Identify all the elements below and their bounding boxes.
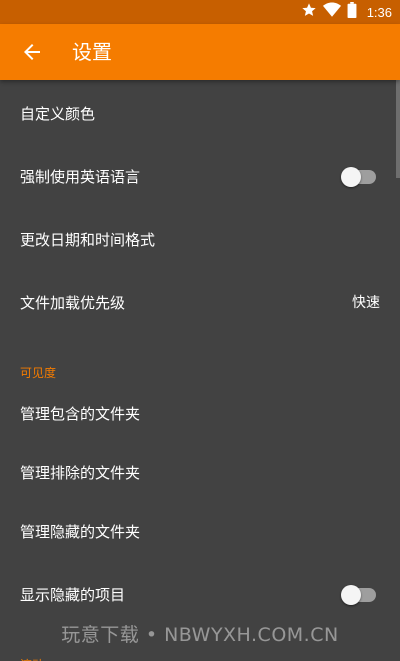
setting-manage-hidden-folders[interactable]: 管理隐藏的文件夹 — [0, 501, 400, 563]
setting-custom-colors[interactable]: 自定义颜色 — [0, 83, 400, 145]
setting-label: 管理包含的文件夹 — [20, 405, 141, 423]
setting-label: 显示隐藏的项目 — [20, 586, 126, 604]
status-time: 1:36 — [366, 4, 392, 20]
setting-date-time-format[interactable]: 更改日期和时间格式 — [0, 209, 400, 271]
setting-label: 强制使用英语语言 — [20, 168, 141, 186]
section-header-visibility: 可见度 — [20, 366, 57, 380]
setting-label: 管理排除的文件夹 — [20, 464, 141, 482]
switch-thumb — [341, 585, 361, 605]
settings-list: 自定义颜色 强制使用英语语言 更改日期和时间格式 文件加载优先级 快速 可见度 … — [0, 80, 400, 661]
setting-value: 快速 — [352, 295, 380, 311]
setting-label: 更改日期和时间格式 — [20, 231, 156, 249]
wifi-icon — [322, 2, 341, 22]
setting-manage-included-folders[interactable]: 管理包含的文件夹 — [0, 383, 400, 445]
setting-force-english[interactable]: 强制使用英语语言 — [0, 146, 400, 208]
setting-label: 文件加载优先级 — [20, 294, 126, 312]
scrollbar[interactable] — [396, 80, 400, 178]
force-english-toggle[interactable] — [341, 167, 376, 187]
status-icons: 1:36 — [301, 0, 392, 24]
star-icon — [301, 2, 317, 22]
back-button[interactable] — [8, 28, 56, 76]
setting-manage-excluded-folders[interactable]: 管理排除的文件夹 — [0, 442, 400, 504]
setting-label: 自定义颜色 — [20, 105, 96, 123]
switch-thumb — [341, 167, 361, 187]
arrow-left-icon — [24, 44, 40, 60]
watermark: 玩意下载 • NBWYXH.COM.CN — [61, 624, 339, 646]
page-title: 设置 — [72, 40, 112, 64]
show-hidden-toggle[interactable] — [341, 585, 376, 605]
app-toolbar: 设置 — [0, 24, 400, 80]
setting-file-loading-priority[interactable]: 文件加载优先级 快速 — [0, 272, 400, 334]
setting-label: 管理隐藏的文件夹 — [20, 523, 141, 541]
section-header-next: 滚动 — [20, 656, 44, 661]
setting-show-hidden-items[interactable]: 显示隐藏的项目 — [0, 564, 400, 626]
battery-icon — [347, 2, 357, 22]
status-bar: 1:36 — [0, 0, 400, 24]
